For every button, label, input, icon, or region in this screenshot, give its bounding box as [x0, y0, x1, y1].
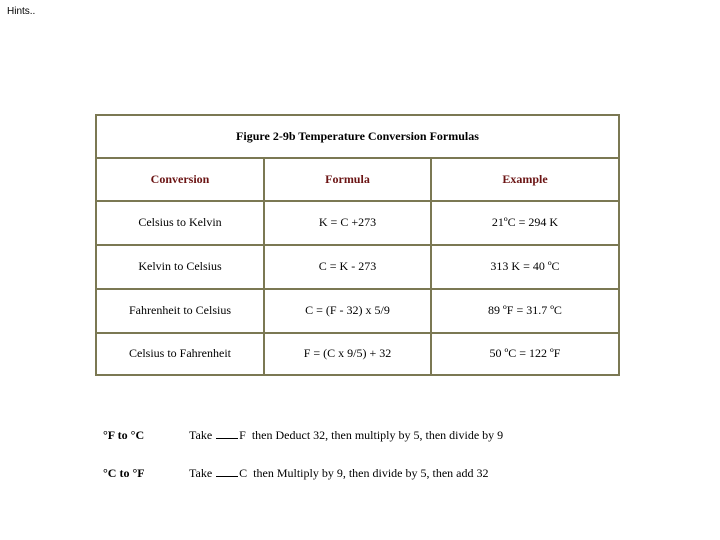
rule-label: °C to °F: [103, 466, 145, 480]
cell-conversion: Celsius to Kelvin: [97, 200, 265, 246]
cell-example: 21ºC = 294 K: [430, 200, 618, 246]
table-caption: Figure 2-9b Temperature Conversion Formu…: [97, 116, 618, 159]
rule-text: Take C then Multiply by 9, then divide by…: [189, 466, 488, 481]
cell-conversion: Kelvin to Celsius: [97, 243, 265, 290]
cell-example: 50 ºC = 122 ºF: [430, 331, 618, 374]
cell-conversion: Fahrenheit to Celsius: [97, 287, 265, 334]
table-row: Celsius to Fahrenheit F = (C x 9/5) + 32…: [97, 331, 618, 374]
conversion-table: Figure 2-9b Temperature Conversion Formu…: [95, 114, 620, 376]
cell-formula: K = C +273: [263, 200, 432, 246]
table-row: Fahrenheit to Celsius C = (F - 32) x 5/9…: [97, 287, 618, 334]
rule-c-to-f: °C to °F Take C then Multiply by 9, then …: [103, 466, 488, 511]
cell-conversion: Celsius to Fahrenheit: [97, 331, 265, 374]
header-conversion: Conversion: [97, 157, 265, 202]
rule-unit: C: [239, 466, 248, 480]
table-row: Kelvin to Celsius C = K - 273 313 K = 40…: [97, 243, 618, 290]
blank-line: [216, 466, 239, 477]
rule-prefix: Take: [189, 466, 213, 480]
cell-example: 89 ºF = 31.7 ºC: [430, 287, 618, 334]
rule-steps: then Deduct 32, then multiply by 5, then…: [251, 428, 504, 442]
rule-prefix: Take: [189, 428, 213, 442]
cell-example: 313 K = 40 ºC: [430, 243, 618, 290]
rule-text: Take F then Deduct 32, then multiply by 5…: [189, 428, 503, 443]
table-row: Celsius to Kelvin K = C +273 21ºC = 294 …: [97, 200, 618, 246]
header-formula: Formula: [263, 157, 432, 202]
hints-label: Hints..: [7, 6, 36, 17]
rule-steps: then Multiply by 9, then divide by 5, th…: [253, 466, 489, 480]
cell-formula: C = (F - 32) x 5/9: [263, 287, 432, 334]
cell-formula: F = (C x 9/5) + 32: [263, 331, 432, 374]
rule-unit: F: [239, 428, 246, 442]
blank-line: [216, 428, 239, 439]
header-example: Example: [430, 157, 618, 202]
rule-label: °F to °C: [103, 428, 145, 442]
cell-formula: C = K - 273: [263, 243, 432, 290]
